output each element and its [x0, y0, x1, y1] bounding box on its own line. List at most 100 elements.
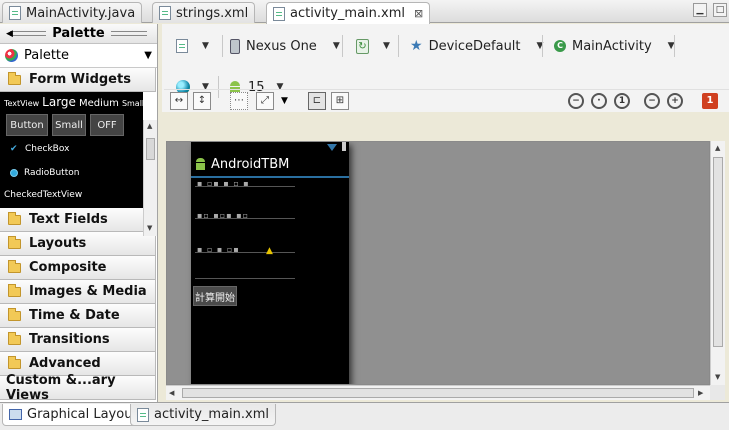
show-margins-icon[interactable]: ⋯: [230, 92, 248, 110]
theme-label: DeviceDefault: [428, 38, 521, 54]
maximize-icon[interactable]: □: [713, 3, 727, 17]
orientation-dropdown[interactable]: ↻ ▼: [356, 35, 390, 57]
chevron-down-icon: ▼: [383, 41, 390, 51]
graphical-layout-icon: [9, 409, 22, 420]
radio-icon: [10, 169, 18, 177]
toggle-fill-width-icon[interactable]: ↔: [170, 92, 188, 110]
widget-small-button[interactable]: Small: [52, 114, 86, 136]
category-custom-views[interactable]: Custom &...ary Views: [0, 372, 156, 403]
warning-icon[interactable]: ▲: [266, 246, 273, 256]
xml-file-icon: [137, 407, 149, 422]
xml-file-icon: [159, 6, 171, 20]
start-calculation-button[interactable]: 計算開始: [193, 286, 237, 306]
category-time-date[interactable]: Time & Date: [0, 304, 156, 328]
scroll-up-arrow-icon[interactable]: ▲: [715, 144, 720, 152]
activity-icon: C: [554, 40, 566, 52]
scrollbar-corner: [710, 385, 725, 400]
scrollbar-thumb[interactable]: [713, 157, 723, 347]
zoom-out-icon[interactable]: −: [644, 93, 660, 109]
xml-file-icon: [273, 6, 285, 21]
widget-checked-textview[interactable]: CheckedTextView: [4, 190, 82, 200]
category-label: Layouts: [29, 236, 87, 251]
expand-icon[interactable]: ⤢: [256, 92, 274, 110]
toolbar-separator: [542, 35, 543, 57]
palette-header: ◀ Palette: [0, 24, 157, 44]
widget-button[interactable]: Button: [6, 114, 48, 136]
category-label: Form Widgets: [29, 72, 131, 87]
layout-actions-icon[interactable]: ⊏: [308, 92, 326, 110]
widget-toggle-button[interactable]: OFF: [90, 114, 124, 136]
palette-scrollbar[interactable]: ▲ ▼: [143, 120, 157, 236]
scroll-right-arrow-icon[interactable]: ▶: [698, 389, 703, 397]
scroll-up-arrow-icon[interactable]: ▲: [147, 122, 152, 130]
canvas-vertical-scrollbar[interactable]: ▲ ▼: [710, 141, 725, 385]
zoom-in-icon[interactable]: +: [667, 93, 683, 109]
theme-dropdown[interactable]: ★ DeviceDefault ▼: [410, 35, 543, 57]
widget-medium-text[interactable]: Medium: [79, 98, 119, 109]
device-dropdown[interactable]: Nexus One ▼: [230, 35, 340, 57]
zoom-to-fit-icon[interactable]: −: [568, 93, 584, 109]
config-chooser-button[interactable]: ▼: [176, 35, 209, 57]
canvas-toolbar: ↔ ↕ ⋯ ⤢ ▼ ⊏ ⊞ − · 1 − + 1: [164, 89, 729, 110]
device-status-bar: [191, 142, 349, 152]
category-form-widgets[interactable]: Form Widgets: [0, 68, 156, 92]
tab-graphical-layout[interactable]: Graphical Layout: [2, 404, 145, 426]
widget-small-text[interactable]: Small: [122, 99, 143, 108]
grip-icon[interactable]: [10, 31, 47, 36]
layout-canvas[interactable]: AndroidTBM ▪ ▫▪ ▪ ▫ ▪ ▪▫ ▪▫▪ ▪▫ ▪ ▫ ▪ ▫▪…: [166, 141, 710, 385]
radio-label: RadioButton: [24, 168, 80, 178]
scroll-down-arrow-icon[interactable]: ▼: [147, 224, 152, 232]
scroll-down-arrow-icon[interactable]: ▼: [715, 373, 720, 381]
chevron-down-icon: ▼: [202, 41, 209, 51]
tab-label: activity_main.xml: [290, 6, 406, 21]
scrollbar-thumb[interactable]: [146, 138, 155, 160]
tab-strings-xml[interactable]: strings.xml: [152, 2, 256, 23]
tab-label: Graphical Layout: [27, 407, 138, 422]
collapse-arrow-icon[interactable]: ◀: [6, 29, 13, 39]
scroll-left-arrow-icon[interactable]: ◀: [169, 389, 174, 397]
zoom-100-icon[interactable]: 1: [614, 93, 630, 109]
category-text-fields[interactable]: Text Fields: [0, 208, 156, 232]
category-images-media[interactable]: Images & Media: [0, 280, 156, 304]
activity-dropdown[interactable]: C MainActivity ▼: [554, 35, 675, 57]
widget-textview[interactable]: TextView: [4, 99, 39, 108]
checkmark-icon: ✔: [10, 143, 18, 154]
tab-main-activity-java[interactable]: MainActivity.java: [2, 2, 143, 23]
category-label: Images & Media: [29, 284, 147, 299]
category-layouts[interactable]: Layouts: [0, 232, 156, 256]
grip-icon[interactable]: [110, 31, 147, 36]
canvas-horizontal-scrollbar[interactable]: ◀ ▶: [166, 385, 710, 400]
edit-text-2-hint: ▪▫ ▪▫▪ ▪▫: [197, 211, 250, 220]
category-label: Time & Date: [29, 308, 120, 323]
layout-file-icon: [176, 39, 188, 53]
toolbar-separator: [674, 35, 675, 57]
palette-dropdown-label: Palette: [24, 48, 70, 63]
app-title: AndroidTBM: [211, 156, 290, 172]
category-label: Advanced: [29, 356, 101, 371]
widget-radio-button[interactable]: RadioButton: [10, 168, 79, 178]
lint-warnings-badge[interactable]: 1: [702, 93, 718, 109]
scrollbar-thumb[interactable]: [182, 388, 694, 398]
tab-label: MainActivity.java: [26, 5, 136, 21]
folder-icon: [8, 331, 21, 345]
zoom-real-size-icon[interactable]: ·: [591, 93, 607, 109]
tab-xml-source[interactable]: activity_main.xml: [130, 404, 277, 426]
tab-activity-main-xml[interactable]: activity_main.xml ⊠: [266, 2, 431, 24]
close-icon[interactable]: ⊠: [414, 7, 423, 20]
activity-label: MainActivity: [572, 38, 652, 54]
folder-icon: [8, 211, 21, 225]
category-label: Text Fields: [29, 212, 108, 227]
toggle-fill-height-icon[interactable]: ↕: [193, 92, 211, 110]
tab-label: strings.xml: [176, 5, 249, 21]
edit-text-3-hint: ▪ ▫ ▪ ▫▪: [197, 245, 240, 254]
category-transitions[interactable]: Transitions: [0, 328, 156, 352]
palette-mode-dropdown[interactable]: Palette ▼: [0, 44, 157, 68]
widget-large-text[interactable]: Large: [42, 95, 76, 109]
chevron-down-icon[interactable]: ▼: [281, 96, 288, 106]
layout-edit-icon[interactable]: ⊞: [331, 92, 349, 110]
folder-icon: [8, 355, 21, 369]
category-label: Custom &...ary Views: [6, 372, 116, 403]
minimize-icon[interactable]: ▁: [693, 3, 707, 17]
category-composite[interactable]: Composite: [0, 256, 156, 280]
widget-checkbox[interactable]: ✔ CheckBox: [10, 144, 69, 154]
